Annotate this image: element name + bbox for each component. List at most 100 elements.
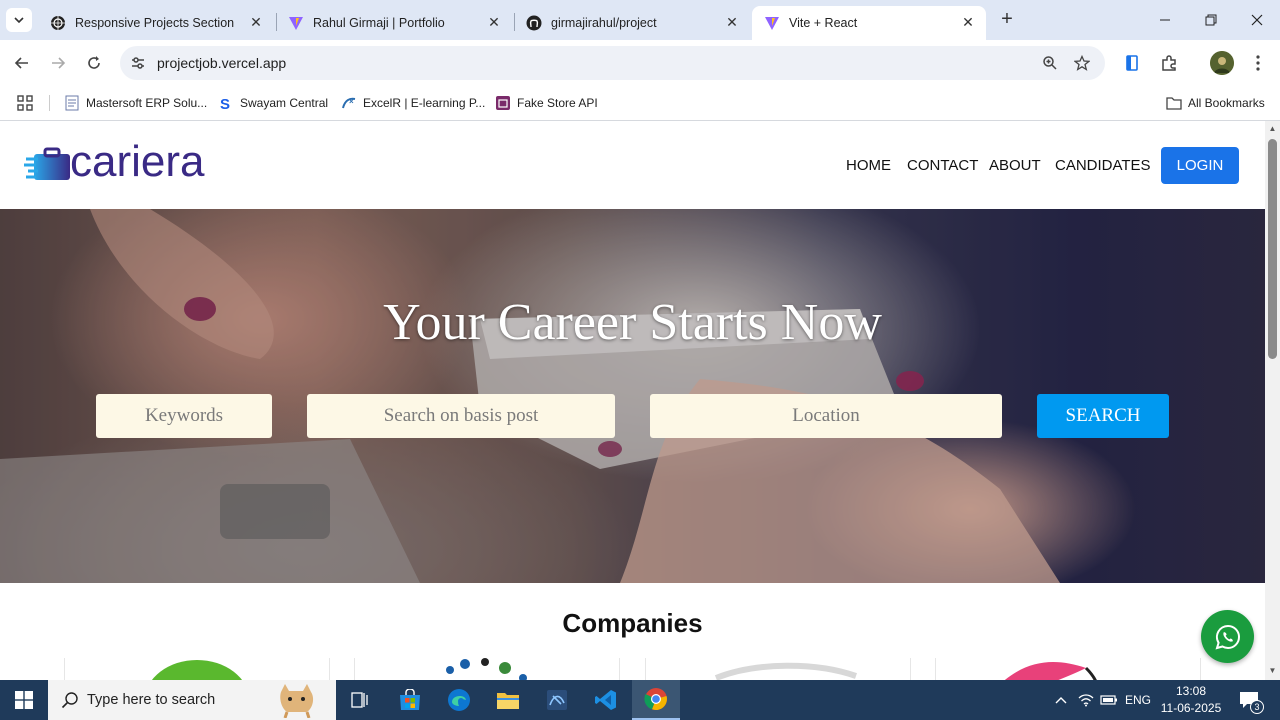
close-icon[interactable]: ✕ (248, 14, 264, 30)
reload-button[interactable] (81, 50, 107, 76)
clock-date: 11-06-2025 (1160, 701, 1222, 715)
close-icon[interactable]: ✕ (960, 14, 976, 30)
company-card[interactable] (645, 658, 911, 680)
close-icon[interactable]: ✕ (724, 14, 740, 30)
location-input[interactable]: Location (650, 394, 1002, 438)
reading-mode-icon[interactable] (1121, 52, 1143, 74)
start-button[interactable] (0, 680, 48, 720)
chrome-icon (644, 688, 667, 711)
tab-title: Vite + React (789, 16, 858, 30)
microsoft-store-icon (400, 689, 420, 710)
bookmark-swayam[interactable]: S Swayam Central (218, 93, 328, 113)
notification-center-button[interactable]: 3 (1234, 680, 1264, 720)
company-card[interactable] (64, 658, 330, 680)
swayam-icon: S (218, 95, 234, 113)
taskbar-sql-app[interactable] (533, 680, 581, 720)
nav-candidates[interactable]: CANDIDATES (1055, 157, 1151, 174)
bookmark-label: Swayam Central (240, 96, 329, 110)
search-button[interactable]: SEARCH (1037, 394, 1169, 438)
edge-icon (448, 689, 470, 711)
companies-heading: Companies (562, 608, 703, 638)
apps-icon[interactable] (17, 93, 33, 113)
login-button[interactable]: LOGIN (1161, 147, 1239, 184)
clock-time: 13:08 (1175, 684, 1207, 698)
vite-icon (764, 15, 780, 31)
scrollbar-thumb[interactable] (1268, 139, 1277, 359)
url-text[interactable]: projectjob.vercel.app (157, 55, 286, 71)
tab-vite-react[interactable]: Vite + React ✕ (752, 6, 986, 40)
bookmark-label: Mastersoft ERP Solu... (86, 96, 208, 110)
minimize-button[interactable] (1142, 0, 1188, 40)
taskbar-chrome-app[interactable] (632, 680, 680, 720)
zoom-icon[interactable] (1040, 53, 1060, 73)
arrow-left-icon (14, 57, 28, 69)
tab-title: girmajirahul/project (551, 16, 657, 30)
taskbar-file-explorer-app[interactable] (484, 680, 532, 720)
site-header: cariera HOME CONTACT ABOUT CANDIDATES LO… (0, 121, 1265, 209)
language-indicator[interactable]: ENG (1122, 680, 1154, 720)
forward-button[interactable] (45, 50, 71, 76)
more-menu-icon[interactable] (1247, 52, 1269, 74)
briefcase-logo-icon (24, 147, 70, 180)
scroll-up-arrow-icon[interactable]: ▲ (1267, 124, 1278, 134)
site-info-icon[interactable] (128, 53, 148, 73)
svg-text:S: S (220, 96, 230, 111)
profile-avatar[interactable] (1210, 51, 1234, 75)
nav-home[interactable]: HOME (846, 157, 891, 174)
task-view-icon (351, 692, 368, 708)
document-icon (64, 95, 80, 111)
nav-contact[interactable]: CONTACT (907, 157, 978, 174)
site-logo[interactable]: cariera (24, 137, 209, 187)
taskbar-vscode-app[interactable] (582, 680, 630, 720)
network-icon[interactable] (1076, 680, 1096, 720)
new-tab-button[interactable]: + (996, 9, 1018, 31)
show-hidden-icons-button[interactable] (1050, 680, 1072, 720)
chevron-down-icon (14, 17, 24, 24)
page-scrollbar[interactable]: ▲ ▼ (1265, 121, 1280, 680)
extensions-icon[interactable] (1158, 52, 1180, 74)
bookmark-label: Fake Store API (517, 96, 598, 110)
address-bar[interactable]: projectjob.vercel.app (120, 46, 1105, 80)
taskbar-store-app[interactable] (386, 680, 434, 720)
search-icon (61, 692, 78, 709)
battery-icon[interactable] (1098, 680, 1120, 720)
svg-text:×: × (349, 97, 354, 106)
folder-icon (497, 693, 519, 709)
nav-about[interactable]: ABOUT (989, 157, 1041, 174)
post-search-input[interactable]: Search on basis post (307, 394, 615, 438)
restore-button[interactable] (1188, 0, 1234, 40)
company-logo (446, 658, 527, 680)
company-logo (1004, 662, 1097, 680)
tab-portfolio[interactable]: Rahul Girmaji | Portfolio ✕ (276, 6, 512, 40)
tab-responsive-projects[interactable]: Responsive Projects Section ✕ (38, 6, 274, 40)
arrow-right-icon (52, 57, 66, 69)
close-icon[interactable]: ✕ (486, 14, 502, 30)
task-view-button[interactable] (336, 680, 384, 720)
bookmark-excelr[interactable]: × ExcelR | E-learning P... (341, 93, 485, 113)
minimize-icon (1160, 19, 1170, 21)
github-icon (526, 15, 542, 31)
taskbar-search-placeholder: Type here to search (87, 692, 216, 708)
tab-github[interactable]: girmajirahul/project ✕ (514, 6, 750, 40)
hero-section: Your Career Starts Now Keywords Search o… (0, 209, 1265, 583)
tab-title: Rahul Girmaji | Portfolio (313, 16, 445, 30)
folder-icon (1166, 95, 1182, 111)
taskbar-edge-app[interactable] (435, 680, 483, 720)
bookmark-star-icon[interactable] (1072, 53, 1092, 73)
taskbar-search-box[interactable]: Type here to search (48, 680, 336, 720)
globe-icon (50, 15, 66, 31)
bookmark-mastersoft[interactable]: Mastersoft ERP Solu... (64, 93, 207, 113)
close-window-button[interactable] (1234, 0, 1280, 40)
back-button[interactable] (9, 50, 35, 76)
system-clock[interactable]: 13:08 11-06-2025 (1155, 683, 1227, 717)
company-card[interactable] (935, 658, 1201, 680)
all-bookmarks[interactable]: All Bookmarks (1166, 93, 1265, 113)
keywords-input[interactable]: Keywords (96, 394, 272, 438)
tab-search-button[interactable] (6, 8, 32, 32)
whatsapp-button[interactable] (1201, 610, 1254, 663)
reload-icon (88, 56, 100, 69)
bookmark-fakestore[interactable]: Fake Store API (495, 93, 598, 113)
logo-text: cariera (70, 137, 205, 186)
company-card[interactable] (354, 658, 620, 680)
scroll-down-arrow-icon[interactable]: ▼ (1267, 666, 1278, 676)
